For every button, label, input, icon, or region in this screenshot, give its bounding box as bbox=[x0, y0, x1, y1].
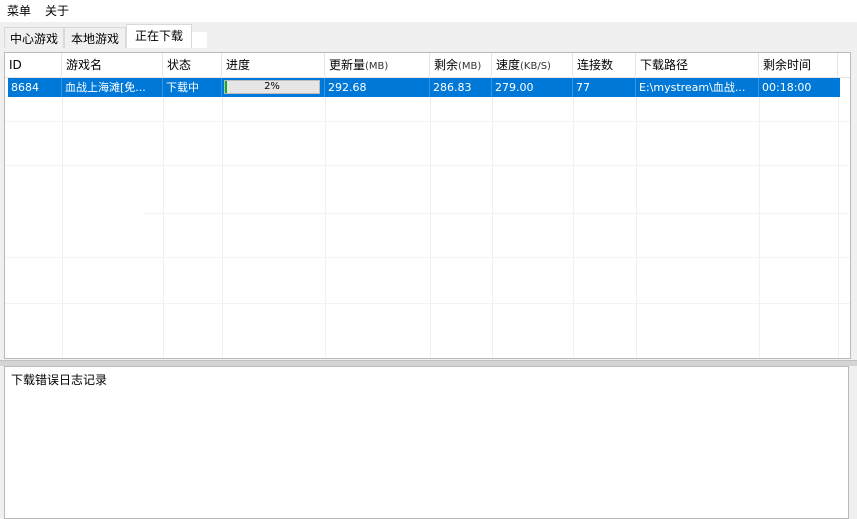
header-game-name[interactable]: 游戏名 bbox=[62, 53, 163, 77]
cell-time-left: 00:18:00 bbox=[762, 81, 812, 94]
header-progress[interactable]: 进度 bbox=[222, 53, 325, 77]
header-label: 剩余 bbox=[434, 58, 459, 72]
header-speed[interactable]: 速度(KB/S) bbox=[492, 53, 573, 77]
column-separator bbox=[62, 53, 63, 358]
tab-strip: 中心游戏 本地游戏 正在下载 bbox=[0, 22, 857, 49]
header-time-left[interactable]: 剩余时间 bbox=[759, 53, 838, 77]
header-label: 进度 bbox=[226, 58, 251, 72]
column-separator bbox=[759, 53, 760, 358]
cell-status: 下载中 bbox=[163, 78, 222, 97]
cell-id: 8684 bbox=[8, 78, 62, 97]
download-panel: ID 游戏名 状态 进度 更新量(MB) 剩余(MB) 速度(KB/S) 连接数… bbox=[0, 48, 857, 519]
cell-connections: 77 bbox=[573, 78, 636, 97]
cell-game-name: 血战上海滩[免... bbox=[62, 78, 163, 97]
cell-progress: 2% bbox=[222, 78, 325, 97]
column-separator bbox=[573, 53, 574, 358]
cell-update-size: 292.68 bbox=[325, 78, 430, 97]
menu-item-menu[interactable]: 菜单 bbox=[0, 0, 38, 22]
header-unit: (MB) bbox=[365, 61, 389, 72]
column-separator bbox=[325, 53, 326, 358]
cell-remaining: 286.83 bbox=[430, 78, 492, 97]
menu-item-about[interactable]: 关于 bbox=[38, 0, 76, 22]
header-label: 更新量 bbox=[329, 58, 366, 72]
row-divider bbox=[5, 121, 850, 122]
download-list[interactable]: ID 游戏名 状态 进度 更新量(MB) 剩余(MB) 速度(KB/S) 连接数… bbox=[4, 52, 851, 359]
header-label: 连接数 bbox=[577, 58, 614, 72]
list-grid bbox=[5, 53, 850, 358]
column-separator bbox=[636, 53, 637, 358]
error-log-panel[interactable]: 下载错误日志记录 bbox=[4, 366, 849, 519]
list-header: ID 游戏名 状态 进度 更新量(MB) 剩余(MB) 速度(KB/S) 连接数… bbox=[5, 53, 850, 78]
column-separator bbox=[492, 53, 493, 358]
progress-text: 2% bbox=[264, 81, 280, 92]
header-id[interactable]: ID bbox=[5, 53, 62, 77]
header-connections[interactable]: 连接数 bbox=[573, 53, 636, 77]
header-label: 状态 bbox=[167, 58, 192, 72]
column-separator bbox=[163, 53, 164, 358]
header-label: 剩余时间 bbox=[763, 58, 812, 72]
table-row[interactable]: 8684 血战上海滩[免... 下载中 2% 292.68 286.83 279… bbox=[8, 78, 840, 97]
error-log-title: 下载错误日志记录 bbox=[11, 373, 108, 387]
row-divider bbox=[145, 213, 850, 214]
header-update-size[interactable]: 更新量(MB) bbox=[325, 53, 430, 77]
menu-bar: 菜单 关于 bbox=[0, 0, 857, 22]
header-label: ID bbox=[9, 58, 22, 72]
header-label: 速度 bbox=[496, 58, 521, 72]
tab-downloading[interactable]: 正在下载 bbox=[126, 24, 192, 49]
tab-local-games[interactable]: 本地游戏 bbox=[64, 27, 126, 49]
header-label: 下载路径 bbox=[640, 58, 689, 72]
header-download-path[interactable]: 下载路径 bbox=[636, 53, 759, 77]
header-unit: (MB) bbox=[458, 61, 482, 72]
column-separator bbox=[430, 53, 431, 358]
progress-bar: 2% bbox=[224, 80, 320, 94]
header-remaining[interactable]: 剩余(MB) bbox=[430, 53, 492, 77]
column-separator bbox=[222, 53, 223, 358]
cell-speed: 279.00 bbox=[492, 78, 573, 97]
row-divider bbox=[5, 257, 850, 258]
cell-download-path: E:\mystream\血战... bbox=[636, 78, 759, 97]
row-divider bbox=[5, 165, 850, 166]
header-status[interactable]: 状态 bbox=[163, 53, 222, 77]
tab-center-games[interactable]: 中心游戏 bbox=[4, 27, 64, 49]
tab-strip-gap bbox=[192, 32, 207, 48]
row-divider bbox=[5, 303, 850, 304]
header-unit: (KB/S) bbox=[520, 61, 551, 72]
column-separator bbox=[838, 53, 839, 358]
header-label: 游戏名 bbox=[66, 58, 103, 72]
